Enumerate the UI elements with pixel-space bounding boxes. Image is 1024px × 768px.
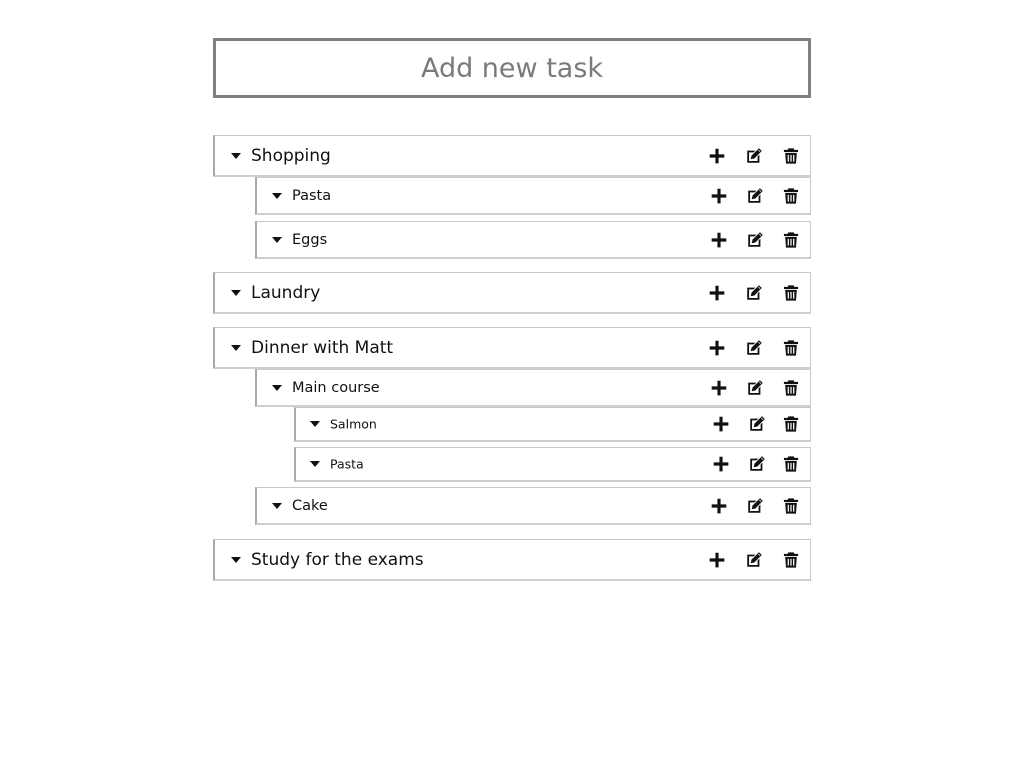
task-label: Laundry xyxy=(251,282,321,303)
plus-icon[interactable] xyxy=(708,147,726,165)
task-list: Shopping Pasta Eggs Laundry Dinner with Matt… xyxy=(0,0,1024,768)
task-row[interactable]: Study for the exams xyxy=(213,539,811,581)
task-label: Salmon xyxy=(330,416,377,432)
caret-down-icon[interactable] xyxy=(272,192,282,199)
edit-icon[interactable] xyxy=(746,379,764,397)
task-label: Dinner with Matt xyxy=(251,337,394,358)
edit-icon[interactable] xyxy=(746,231,764,249)
plus-icon[interactable] xyxy=(708,551,726,569)
trash-icon[interactable] xyxy=(782,339,800,357)
caret-down-icon[interactable] xyxy=(310,421,320,427)
caret-down-icon[interactable] xyxy=(231,152,241,159)
caret-down-icon[interactable] xyxy=(272,502,282,509)
task-label: Study for the exams xyxy=(251,549,424,570)
plus-icon[interactable] xyxy=(708,339,726,357)
edit-icon[interactable] xyxy=(745,551,763,569)
trash-icon[interactable] xyxy=(782,187,800,205)
trash-icon[interactable] xyxy=(782,284,800,302)
plus-icon[interactable] xyxy=(708,284,726,302)
plus-icon[interactable] xyxy=(710,187,728,205)
task-row[interactable]: Main course xyxy=(255,369,811,407)
trash-icon[interactable] xyxy=(782,455,800,473)
task-row[interactable]: Salmon xyxy=(294,407,811,442)
task-row[interactable]: Pasta xyxy=(294,447,811,482)
trash-icon[interactable] xyxy=(782,231,800,249)
caret-down-icon[interactable] xyxy=(310,461,320,467)
edit-icon[interactable] xyxy=(745,147,763,165)
todo-app: Shopping Pasta Eggs Laundry Dinner with Matt… xyxy=(0,0,1024,768)
task-label: Cake xyxy=(292,497,328,514)
trash-icon[interactable] xyxy=(782,497,800,515)
plus-icon[interactable] xyxy=(710,497,728,515)
task-label: Pasta xyxy=(330,456,364,472)
trash-icon[interactable] xyxy=(782,415,800,433)
task-row[interactable]: Pasta xyxy=(255,177,811,215)
edit-icon[interactable] xyxy=(745,339,763,357)
trash-icon[interactable] xyxy=(782,551,800,569)
task-row[interactable]: Eggs xyxy=(255,221,811,259)
edit-icon[interactable] xyxy=(745,284,763,302)
plus-icon[interactable] xyxy=(712,455,730,473)
task-row[interactable]: Dinner with Matt xyxy=(213,327,811,369)
edit-icon[interactable] xyxy=(748,415,766,433)
task-label: Eggs xyxy=(292,231,328,248)
task-label: Pasta xyxy=(292,187,332,204)
trash-icon[interactable] xyxy=(782,147,800,165)
caret-down-icon[interactable] xyxy=(231,344,241,351)
caret-down-icon[interactable] xyxy=(231,289,241,296)
plus-icon[interactable] xyxy=(712,415,730,433)
edit-icon[interactable] xyxy=(746,187,764,205)
trash-icon[interactable] xyxy=(782,379,800,397)
caret-down-icon[interactable] xyxy=(272,384,282,391)
caret-down-icon[interactable] xyxy=(272,236,282,243)
edit-icon[interactable] xyxy=(748,455,766,473)
edit-icon[interactable] xyxy=(746,497,764,515)
task-label: Main course xyxy=(292,379,380,396)
caret-down-icon[interactable] xyxy=(231,556,241,563)
task-row[interactable]: Cake xyxy=(255,487,811,525)
task-label: Shopping xyxy=(251,145,331,166)
plus-icon[interactable] xyxy=(710,379,728,397)
plus-icon[interactable] xyxy=(710,231,728,249)
task-row[interactable]: Shopping xyxy=(213,135,811,177)
task-row[interactable]: Laundry xyxy=(213,272,811,314)
